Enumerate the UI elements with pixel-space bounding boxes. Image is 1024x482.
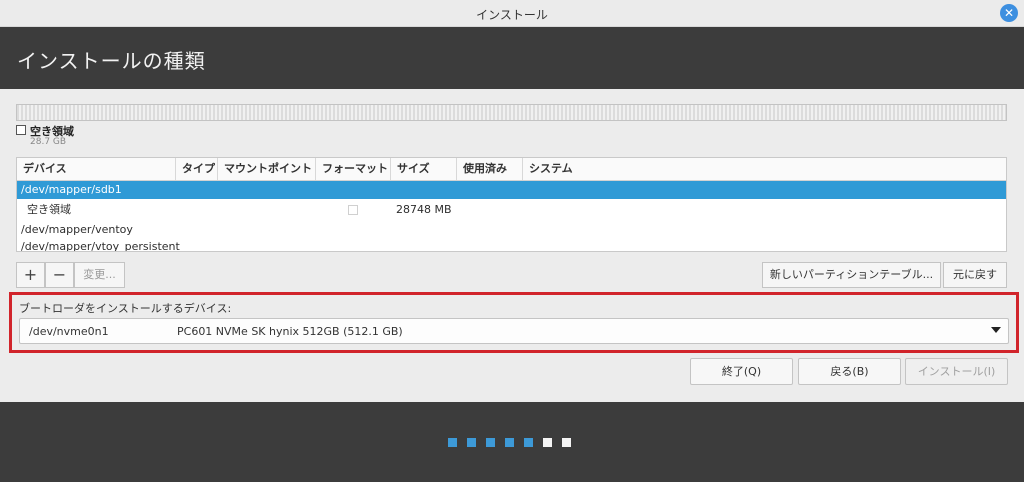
bootloader-device-description: PC601 NVMe SK hynix 512GB (512.1 GB) <box>177 325 403 338</box>
table-row[interactable]: 空き領域 28748 MB <box>17 199 1006 221</box>
remove-partition-button[interactable]: − <box>45 262 74 288</box>
page-header: インストールの種類 <box>0 27 1024 89</box>
progress-dot <box>448 438 457 447</box>
column-header-size[interactable]: サイズ <box>391 158 457 180</box>
column-header-format[interactable]: フォーマット <box>316 158 391 180</box>
partition-table: デバイス タイプ マウントポイント フォーマット サイズ 使用済み システム /… <box>16 157 1007 252</box>
main-content: 空き領域 28.7 GB デバイス タイプ マウントポイント フォーマット サイ… <box>0 89 1024 402</box>
progress-dot <box>524 438 533 447</box>
bootloader-device: /dev/nvme0n1 <box>29 325 109 338</box>
bootloader-section: ブートローダをインストールするデバイス: /dev/nvme0n1 PC601 … <box>9 292 1019 353</box>
back-button[interactable]: 戻る(B) <box>798 358 901 385</box>
new-partition-table-button[interactable]: 新しいパーティションテーブル... <box>762 262 941 288</box>
progress-dot <box>467 438 476 447</box>
column-header-used[interactable]: 使用済み <box>457 158 523 180</box>
row-device: /dev/mapper/ventoy <box>21 223 133 236</box>
legend-size: 28.7 GB <box>30 137 67 147</box>
revert-button[interactable]: 元に戻す <box>943 262 1007 288</box>
row-device: 空き領域 <box>27 203 71 216</box>
table-header: デバイス タイプ マウントポイント フォーマット サイズ 使用済み システム <box>17 158 1006 181</box>
row-device: /dev/mapper/vtoy_persistent <box>21 240 180 252</box>
table-row[interactable]: /dev/mapper/sdb1 <box>17 181 1006 199</box>
bootloader-label: ブートローダをインストールするデバイス: <box>19 302 232 315</box>
column-header-system[interactable]: システム <box>523 158 1006 180</box>
progress-dot <box>486 438 495 447</box>
table-row[interactable]: /dev/mapper/vtoy_persistent <box>17 238 1006 252</box>
close-icon[interactable]: ✕ <box>1000 4 1018 22</box>
column-header-device[interactable]: デバイス <box>17 158 176 180</box>
bootloader-device-select[interactable]: /dev/nvme0n1 PC601 NVMe SK hynix 512GB (… <box>19 318 1009 344</box>
progress-footer <box>0 402 1024 482</box>
legend-swatch <box>16 125 26 135</box>
window-titlebar: インストール ✕ <box>0 0 1024 27</box>
table-row[interactable]: /dev/mapper/ventoy <box>17 221 1006 239</box>
dropdown-arrow-icon[interactable] <box>991 327 1001 333</box>
progress-dot <box>562 438 571 447</box>
page-title: インストールの種類 <box>17 49 206 73</box>
column-header-type[interactable]: タイプ <box>176 158 218 180</box>
install-button[interactable]: インストール(I) <box>905 358 1008 385</box>
format-checkbox[interactable] <box>348 205 358 215</box>
partition-bar <box>16 104 1007 121</box>
partition-toolbar: + − 変更... 新しいパーティションテーブル... 元に戻す <box>16 262 1007 288</box>
row-size: 28748 MB <box>396 203 452 216</box>
quit-button[interactable]: 終了(Q) <box>690 358 793 385</box>
change-partition-button[interactable]: 変更... <box>74 262 125 288</box>
window-title: インストール <box>476 8 548 22</box>
progress-dot <box>505 438 514 447</box>
progress-dot <box>543 438 552 447</box>
add-partition-button[interactable]: + <box>16 262 45 288</box>
column-header-mountpoint[interactable]: マウントポイント <box>218 158 316 180</box>
row-device: /dev/mapper/sdb1 <box>21 183 122 196</box>
